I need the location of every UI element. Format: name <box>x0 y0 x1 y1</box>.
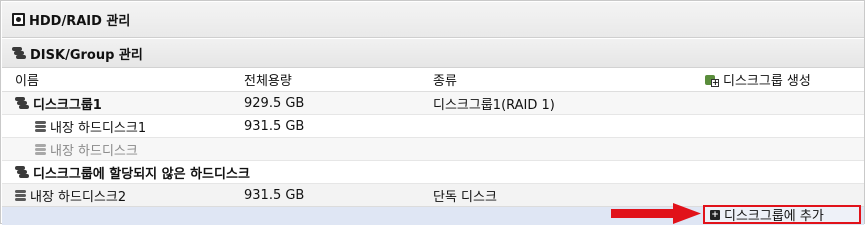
plus-icon: + <box>710 209 720 220</box>
disk-icon <box>15 189 26 202</box>
disk-icon <box>35 120 46 133</box>
add-to-disk-group-label: 디스크그룹에 추가 <box>724 209 824 224</box>
row-name: 내장 하드디스크2 <box>15 184 126 206</box>
table-row-disk-group[interactable]: 디스크그룹1 929.5 GB 디스크그룹1(RAID 1) <box>2 92 864 115</box>
disk-name: 내장 하드디스크2 <box>30 189 127 205</box>
section-header: HDD/RAID 관리 <box>2 2 864 38</box>
column-header-type[interactable]: 종류 <box>433 68 457 91</box>
row-type: 단독 디스크 <box>433 189 497 205</box>
row-type: 디스크그룹1(RAID 1) <box>433 97 555 113</box>
disk-name: 내장 하드디스크1 <box>50 120 147 136</box>
row-size: 931.5 GB <box>244 118 305 134</box>
hdd-raid-panel: HDD/RAID 관리 DISK/Group 관리 이름 전체용량 종류 + 디… <box>0 0 865 225</box>
subsection-title: DISK/Group 관리 <box>30 47 143 63</box>
hdd-icon <box>12 13 25 26</box>
table-row-disk[interactable]: 내장 하드디스크1 931.5 GB <box>2 115 864 138</box>
add-group-icon: + <box>705 73 719 87</box>
disks-icon <box>12 46 26 60</box>
section-title: HDD/RAID 관리 <box>29 14 131 29</box>
disk-group-name: 디스크그룹1 <box>33 97 102 113</box>
row-size: 929.5 GB <box>244 95 305 111</box>
row-size: 931.5 GB <box>244 187 305 203</box>
table-row-disk-empty[interactable]: 내장 하드디스크 <box>2 138 864 161</box>
pointer-arrow-icon <box>611 203 701 224</box>
row-name: 내장 하드디스크1 <box>35 115 146 137</box>
column-header-size[interactable]: 전체용량 <box>244 68 292 91</box>
disk-group-icon <box>15 165 29 179</box>
add-to-disk-group-button[interactable]: + 디스크그룹에 추가 <box>703 205 861 224</box>
column-header-name[interactable]: 이름 <box>15 68 39 91</box>
table-header: 이름 전체용량 종류 + 디스크그룹 생성 <box>2 68 864 92</box>
disk-icon <box>35 143 46 156</box>
disk-name: 내장 하드디스크 <box>50 143 138 159</box>
row-name: 디스크그룹에 할당되지 않은 하드디스크 <box>15 161 250 183</box>
create-disk-group-label: 디스크그룹 생성 <box>723 74 811 89</box>
table-row-unassigned-group[interactable]: 디스크그룹에 할당되지 않은 하드디스크 <box>2 161 864 184</box>
create-disk-group-button[interactable]: + 디스크그룹 생성 <box>705 68 811 91</box>
subsection-header: DISK/Group 관리 <box>2 39 864 68</box>
row-name: 내장 하드디스크 <box>35 138 138 160</box>
unassigned-group-name: 디스크그룹에 할당되지 않은 하드디스크 <box>33 166 250 182</box>
table-row-disk-standalone[interactable]: 내장 하드디스크2 931.5 GB 단독 디스크 <box>2 184 864 207</box>
row-name: 디스크그룹1 <box>15 92 102 114</box>
disk-group-icon <box>15 96 29 110</box>
